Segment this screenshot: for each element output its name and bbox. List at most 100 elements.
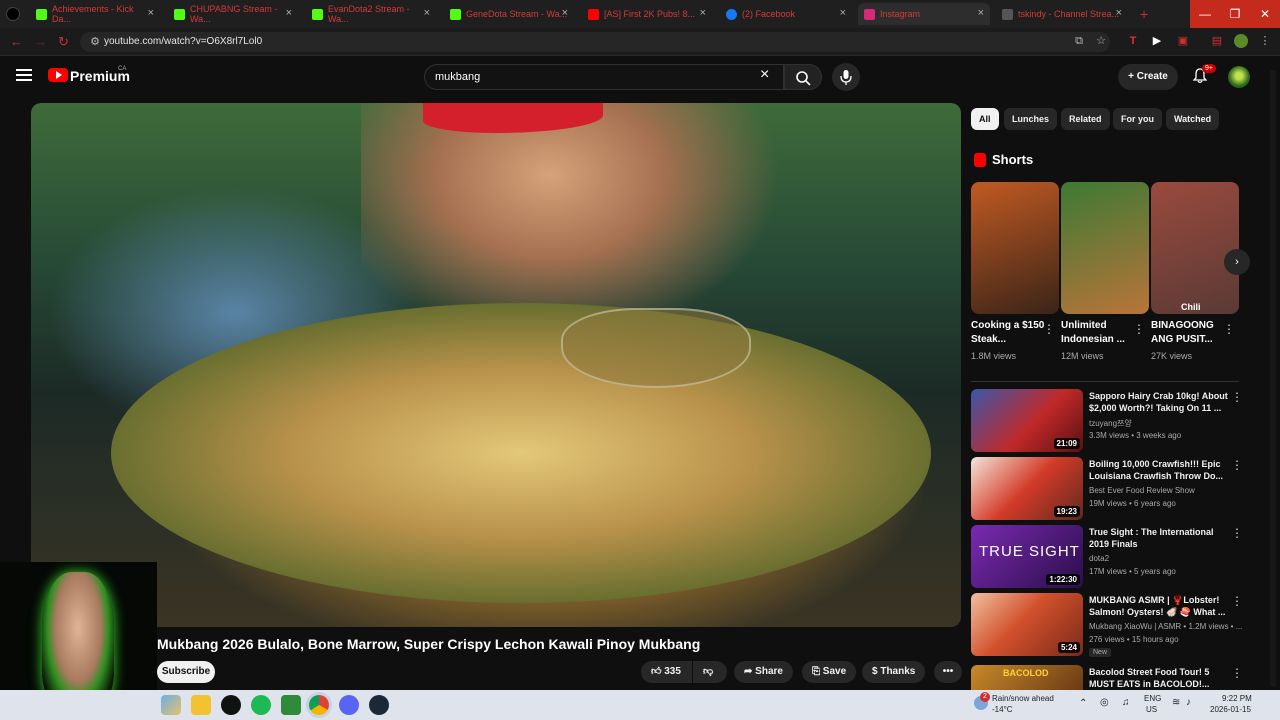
chip-all[interactable]: All (971, 108, 999, 130)
recommendation-thumbnail-4[interactable]: 5:24 (971, 593, 1083, 656)
recommendation-title-2[interactable]: Boiling 10,000 Crawfish!!! Epic Louisian… (1089, 458, 1229, 482)
language-indicator[interactable]: ENG (1144, 694, 1161, 703)
tiktok-icon[interactable] (221, 695, 241, 715)
close-icon[interactable]: × (978, 7, 984, 19)
voice-search-button[interactable] (832, 63, 860, 91)
steam-icon[interactable] (369, 695, 389, 715)
chip-lunches[interactable]: Lunches (1004, 108, 1058, 130)
short-title-1[interactable]: Cooking a $150 Steak... (971, 319, 1049, 347)
short-thumbnail-1[interactable] (971, 182, 1059, 314)
app-icon[interactable] (281, 695, 301, 715)
wifi-icon[interactable]: ≋ (1172, 697, 1180, 708)
video-player[interactable] (31, 103, 961, 627)
hamburger-menu-icon[interactable] (16, 69, 32, 81)
recommendation-title-1[interactable]: Sapporo Hairy Crab 10kg! About $2,000 Wo… (1089, 390, 1229, 414)
browser-menu-icon[interactable]: ⋮ (1258, 34, 1272, 48)
tab-7[interactable]: Instagram × (858, 3, 990, 25)
bookmark-star-icon[interactable]: ☆ (1094, 34, 1108, 48)
short-thumbnail-2[interactable] (1061, 182, 1149, 314)
tab-8[interactable]: tskindy - Channel Strea... × (996, 3, 1128, 25)
like-button[interactable]: 👍︎ 335 (641, 661, 692, 683)
recommendation-title-5[interactable]: Bacolod Street Food Tour! 5 MUST EATS in… (1089, 666, 1229, 690)
chevron-up-icon[interactable]: ⌃ (1079, 698, 1087, 709)
close-icon[interactable]: × (148, 7, 154, 19)
tab-2[interactable]: CHUPABNG Stream - Wa... × (168, 3, 298, 25)
minimize-button[interactable]: — (1190, 0, 1220, 28)
more-actions-button[interactable]: ••• (934, 661, 962, 683)
share-button[interactable]: ➦ Share (734, 661, 793, 683)
microphone-tray-icon[interactable]: ♫ (1122, 697, 1130, 708)
install-app-icon[interactable]: ⧉ (1072, 34, 1086, 48)
sidebar-icon[interactable]: ▤ (1210, 34, 1224, 48)
app-menu-icon[interactable] (0, 3, 26, 25)
reload-icon[interactable]: ↻ (58, 34, 69, 50)
recommendation-thumbnail-1[interactable]: 21:09 (971, 389, 1083, 452)
close-icon[interactable]: × (286, 7, 292, 19)
account-avatar[interactable] (1228, 66, 1250, 88)
recommendation-thumbnail-5[interactable]: BACOLOD (971, 665, 1083, 690)
save-button[interactable]: ⎘ Save (802, 661, 857, 683)
close-icon[interactable]: × (1116, 7, 1122, 19)
dislike-button[interactable]: 👎︎ (693, 661, 727, 683)
tab-5[interactable]: [AS] First 2K Pubs! 8... × (582, 3, 712, 25)
file-explorer-icon[interactable] (191, 695, 211, 715)
recommendation-title-4[interactable]: MUKBANG ASMR | 🦞Lobster! Salmon! Oysters… (1089, 594, 1229, 618)
discord-icon[interactable] (339, 695, 359, 715)
scrollbar[interactable] (1270, 70, 1276, 686)
tab-6[interactable]: (2) Facebook × (720, 3, 852, 25)
more-vert-icon[interactable]: ⋮ (1231, 458, 1243, 472)
close-icon[interactable]: × (424, 7, 430, 19)
profile-icon[interactable] (1234, 34, 1248, 48)
new-tab-button[interactable]: + (1134, 3, 1156, 25)
forward-icon[interactable]: → (34, 34, 47, 49)
clear-search-icon[interactable]: × (760, 66, 769, 84)
more-vert-icon[interactable]: ⋮ (1231, 526, 1243, 540)
short-title-3[interactable]: BINAGOONG ANG PUSIT... (1151, 319, 1229, 347)
play-extension-icon[interactable]: ▶ (1150, 34, 1164, 48)
more-vert-icon[interactable]: ⋮ (1043, 322, 1055, 336)
tab-4[interactable]: GeneDota Stream - Wa... × (444, 3, 574, 25)
chip-for-you[interactable]: For you (1113, 108, 1162, 130)
back-icon[interactable]: ← (10, 34, 23, 49)
site-info-icon[interactable]: ⚙ (88, 35, 102, 49)
create-button[interactable]: + Create (1118, 64, 1178, 90)
more-vert-icon[interactable]: ⋮ (1133, 322, 1145, 336)
chrome-icon[interactable] (309, 695, 329, 715)
url-field[interactable]: youtube.com/watch?v=O6X8rl7Lol0 (80, 32, 1110, 52)
recommendation-channel-4[interactable]: Mukbang XiaoWu | ASMR • 1.2M views • ... (1089, 622, 1242, 631)
tray-app-icon[interactable]: ◎ (1100, 697, 1109, 708)
spotify-icon[interactable] (251, 695, 271, 715)
short-title-2[interactable]: Unlimited Indonesian ... (1061, 319, 1139, 347)
more-vert-icon[interactable]: ⋮ (1231, 390, 1243, 404)
youtube-logo-icon[interactable] (48, 68, 68, 82)
close-window-button[interactable]: ✕ (1250, 0, 1280, 28)
more-vert-icon[interactable]: ⋮ (1231, 594, 1243, 608)
extensions-puzzle-icon[interactable]: ▣ (1176, 34, 1190, 48)
search-button[interactable] (784, 64, 822, 90)
recommendation-thumbnail-2[interactable]: 19:23 (971, 457, 1083, 520)
more-vert-icon[interactable]: ⋮ (1231, 666, 1243, 680)
tab-1[interactable]: Achievements - Kick Da... × (30, 3, 160, 25)
chip-watched[interactable]: Watched (1166, 108, 1220, 130)
more-vert-icon[interactable]: ⋮ (1223, 322, 1235, 336)
subscribe-button[interactable]: Subscribe (157, 661, 215, 683)
thanks-button[interactable]: $ Thanks (862, 661, 926, 683)
search-input[interactable]: mukbang (424, 64, 784, 90)
clock-time[interactable]: 9:22 PM (1222, 694, 1252, 703)
shorts-next-button[interactable]: › (1224, 249, 1250, 275)
short-thumbnail-3[interactable]: Chili (1151, 182, 1239, 314)
recommendation-channel-2[interactable]: Best Ever Food Review Show (1089, 486, 1195, 495)
photos-app-icon[interactable] (161, 695, 181, 715)
extension-icon[interactable]: T (1126, 34, 1140, 48)
recommendation-channel-3[interactable]: dota2 (1089, 554, 1109, 563)
close-icon[interactable]: × (840, 7, 846, 19)
maximize-button[interactable]: ❐ (1220, 0, 1250, 28)
chip-related[interactable]: Related (1061, 108, 1110, 130)
recommendation-channel-1[interactable]: tzuyang쯔양 (1089, 418, 1132, 429)
recommendation-title-3[interactable]: True Sight : The International 2019 Fina… (1089, 526, 1229, 550)
weather-text[interactable]: Rain/snow ahead (992, 694, 1054, 703)
volume-icon[interactable]: ♪ (1186, 697, 1191, 708)
close-icon[interactable]: × (700, 7, 706, 19)
close-icon[interactable]: × (562, 7, 568, 19)
tab-3[interactable]: EvanDota2 Stream - Wa... × (306, 3, 436, 25)
